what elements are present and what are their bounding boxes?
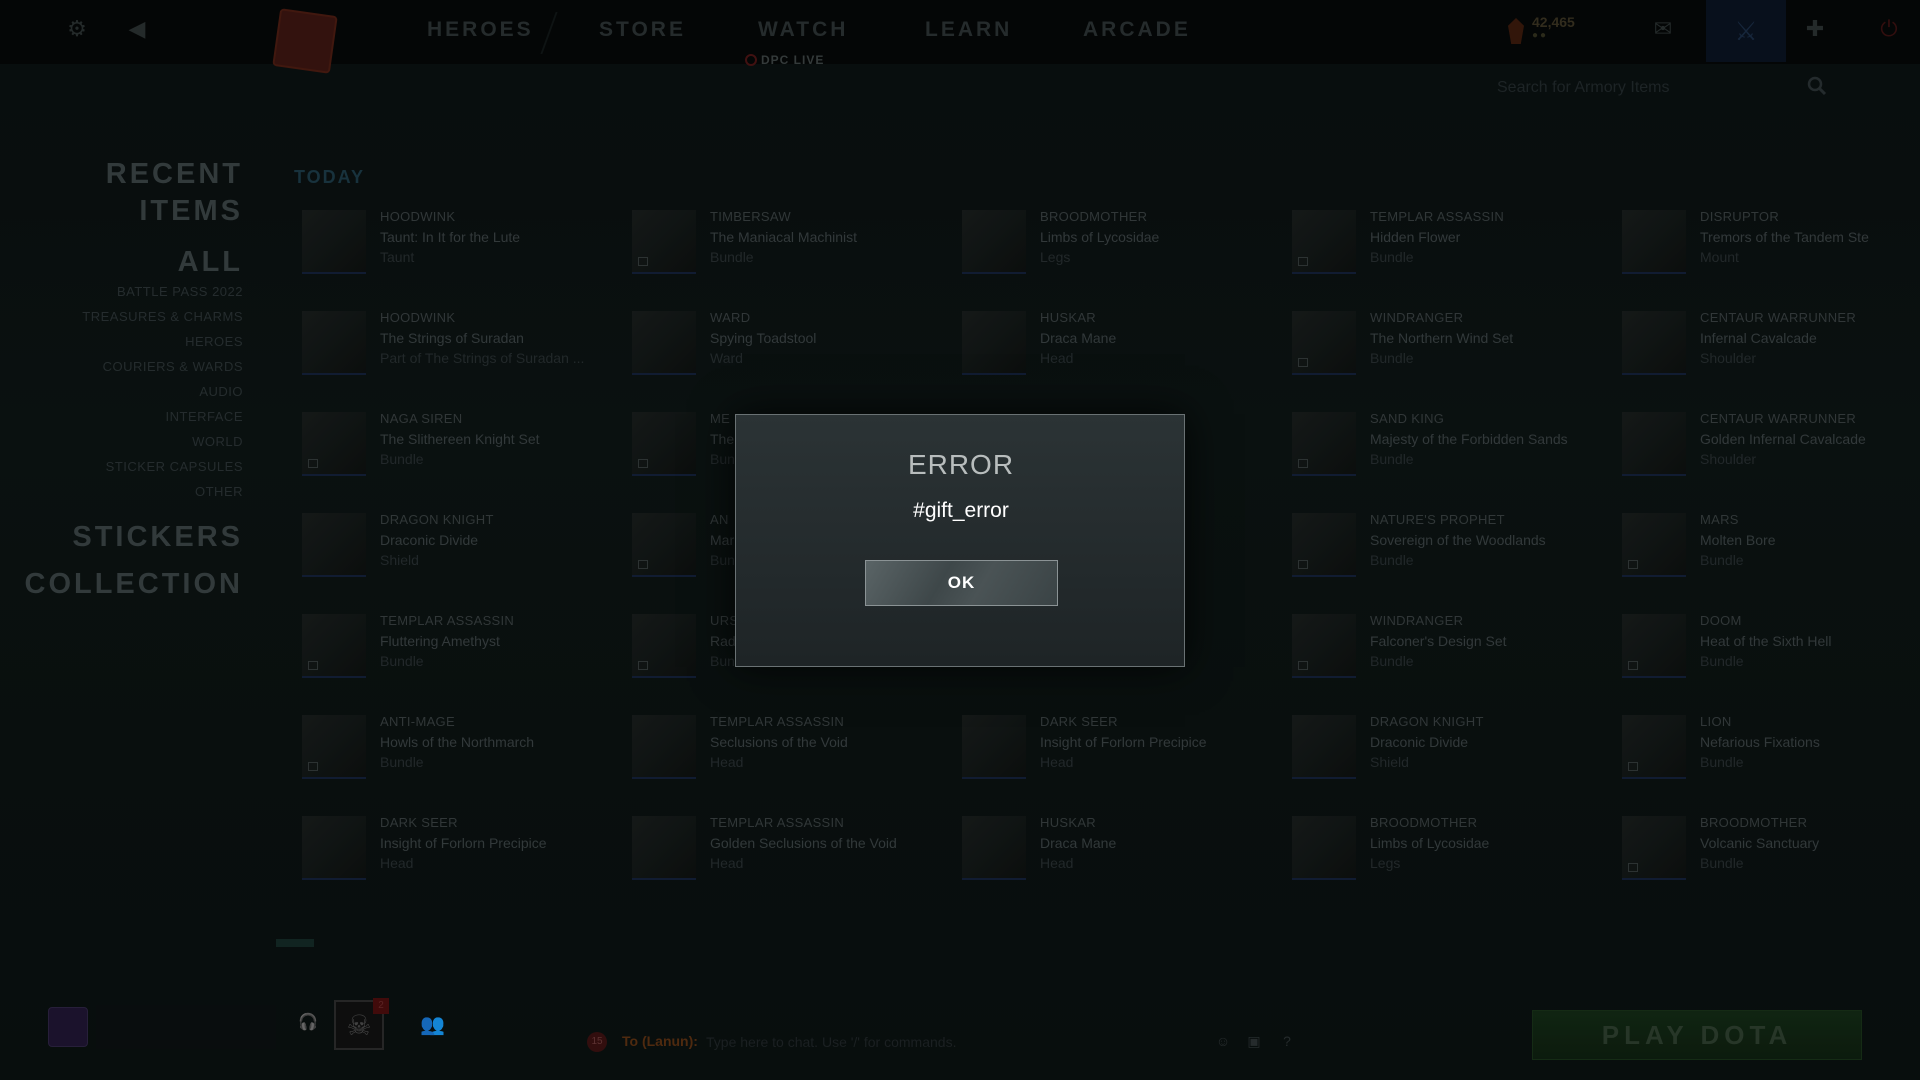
dota-client: ⚙ ◀ HEROES STORE WATCH LEARN ARCADE DPC … (0, 0, 1920, 1080)
ok-button[interactable]: OK (865, 560, 1058, 606)
dialog-message: #gift_error (913, 499, 1009, 522)
dialog-title: ERROR (907, 449, 1015, 480)
error-dialog: ERROR #gift_error OK (735, 414, 1185, 667)
